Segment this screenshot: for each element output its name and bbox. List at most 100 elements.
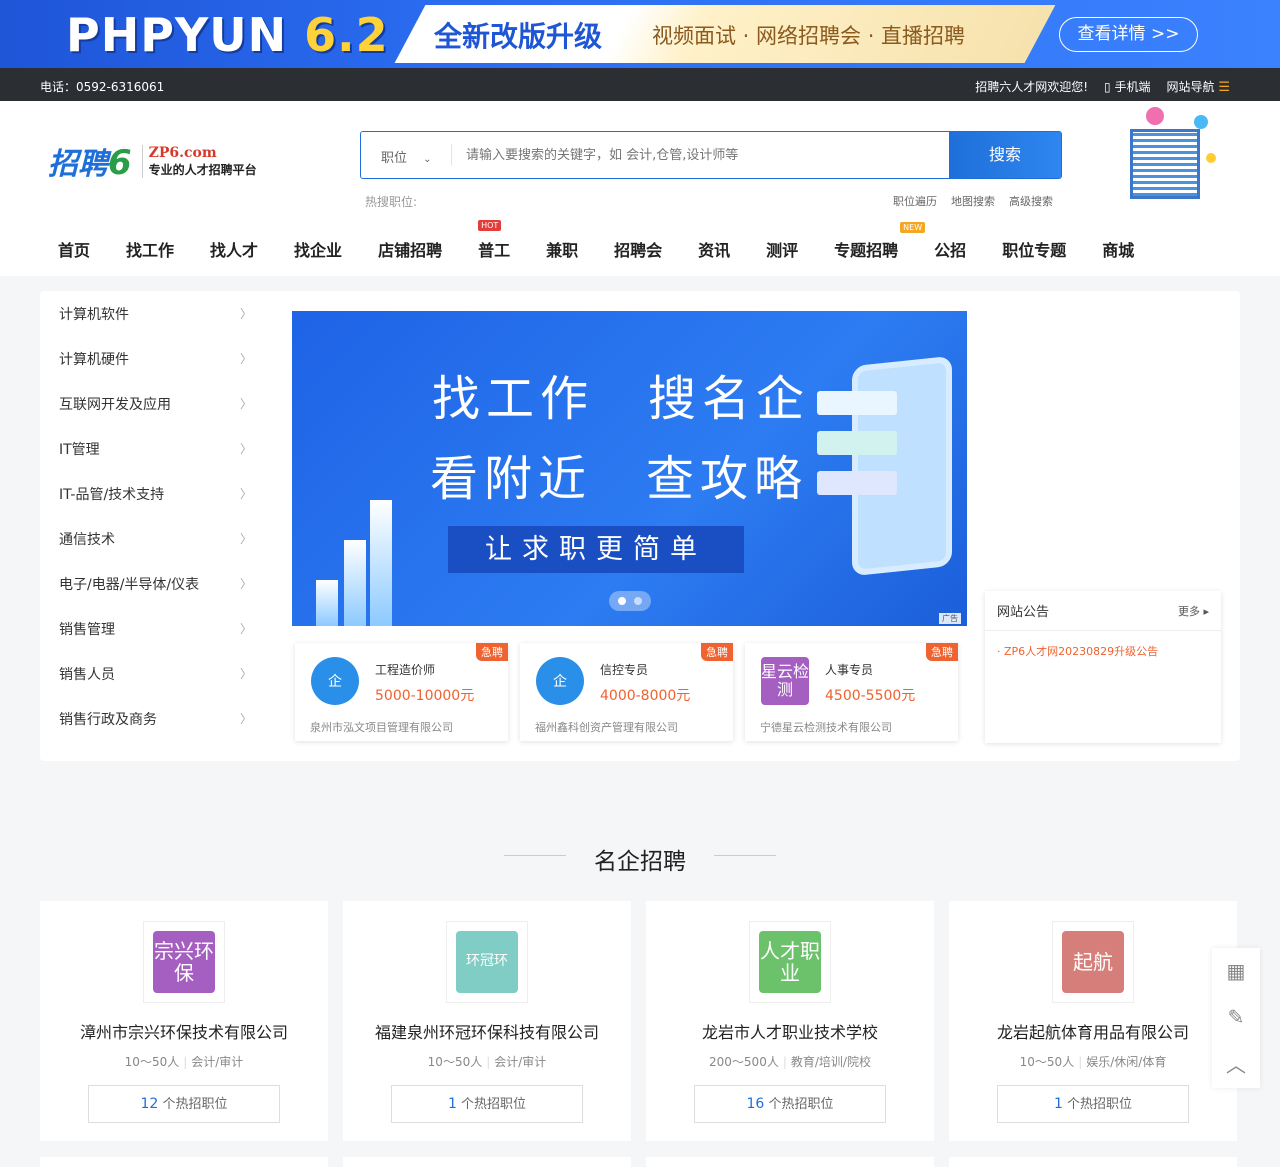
category-item[interactable]: 互联网开发及应用〉 [40,381,270,426]
nav-mall[interactable]: 商城 [1102,237,1134,261]
search-button[interactable]: 搜索 [949,132,1061,178]
category-item[interactable]: 通信技术〉 [40,516,270,561]
company-card [343,1157,631,1167]
nav-find-company[interactable]: 找企业 [294,237,342,261]
logo-tagline: 专业的人才招聘平台 [148,162,257,177]
hot-jobs-button[interactable]: 12 个热招职位 [88,1085,280,1123]
notice-title: 网站公告 [997,605,1050,620]
qrcode-icon[interactable]: ▦ [1212,948,1260,994]
job-browse-link[interactable]: 职位遍历 [893,193,937,209]
promo-banner[interactable]: PHPYUN 6.2 全新改版升级 视频面试 · 网络招聘会 · 直播招聘 查看… [0,0,1280,68]
menu-icon: ☰ [1218,80,1230,95]
carousel-dots[interactable] [609,591,651,611]
category-item[interactable]: 电子/电器/半导体/仪表〉 [40,561,270,606]
company-logo: 企 [311,657,359,705]
ad-label: 广告 [939,613,961,624]
site-nav-link[interactable]: 网站导航 ☰ [1167,78,1231,95]
company-card[interactable]: 起航 龙岩起航体育用品有限公司 10～50人 | 娱乐/休闲/体育 1 个热招职位 [949,901,1237,1141]
promo-subtitle: 视频面试 · 网络招聘会 · 直播招聘 [652,24,966,48]
nav-public-hiring[interactable]: 公招 [934,237,966,261]
promo-brand: PHPYUN 6.2 [66,8,389,62]
chevron-right-icon: 〉 [239,622,252,636]
featured-companies: 宗兴环保 漳州市宗兴环保技术有限公司 10～50人 | 会计/审计 12 个热招职位… [40,901,1237,1141]
category-item[interactable]: IT管理〉 [40,426,270,471]
company-name[interactable]: 福建泉州环冠环保科技有限公司 [343,1019,631,1043]
urgent-job-card[interactable]: 急聘 企 工程造价师 5000-10000元 泉州市泓文项目管理有限公司 [295,643,508,741]
qrcode-image [1106,107,1232,209]
urgent-jobs: 急聘 企 工程造价师 5000-10000元 泉州市泓文项目管理有限公司 急聘 … [295,643,958,741]
company-logo: 宗兴环保 [153,931,215,993]
top-bar: 电话：0592-6316061 招聘六人才网欢迎您! ▯ 手机端 网站导航 ☰ [0,68,1280,101]
company-name[interactable]: 漳州市宗兴环保技术有限公司 [40,1019,328,1043]
chevron-right-icon: 〉 [239,487,252,501]
company-card[interactable]: 宗兴环保 漳州市宗兴环保技术有限公司 10～50人 | 会计/审计 12 个热招职位 [40,901,328,1141]
nav-news[interactable]: 资讯 [698,237,730,261]
company-logo: 人才职业 [759,931,821,993]
mobile-link[interactable]: ▯ 手机端 [1104,78,1150,95]
nav-home[interactable]: 首页 [58,237,90,261]
urgent-job-card[interactable]: 急聘 星云检测 人事专员 4500-5500元 宁德星云检测技术有限公司 [745,643,958,741]
nav-store-hiring[interactable]: 店铺招聘 [378,237,442,261]
nav-topic-hiring[interactable]: 专题招聘 NEW [834,222,926,261]
advanced-search-link[interactable]: 高级搜索 [1009,193,1053,209]
company-meta: 10～50人 | 娱乐/休闲/体育 [1019,1055,1167,1069]
banner-slogan: 让求职更简单 [448,526,744,573]
nav-assessment[interactable]: 测评 [766,237,798,261]
chevron-right-icon: 〉 [239,307,252,321]
job-title: 人事专员 [825,663,874,677]
nav-job-fair[interactable]: 招聘会 [614,237,662,261]
caret-right-icon: ▸ [1203,604,1209,618]
chevron-right-icon: 〉 [239,532,252,546]
logo-mark: 招聘6 [48,143,132,183]
map-search-link[interactable]: 地图搜索 [951,193,995,209]
hot-jobs-button[interactable]: 1 个热招职位 [997,1085,1189,1123]
company-meta: 10～50人 | 会计/审计 [427,1055,547,1069]
site-logo[interactable]: 招聘6 ZP6.com 专业的人才招聘平台 [48,139,257,183]
nav-general-worker[interactable]: 普工 HOT [478,220,510,261]
category-item[interactable]: 销售管理〉 [40,606,270,651]
company-name[interactable]: 龙岩市人才职业技术学校 [646,1019,934,1043]
job-company: 泉州市泓文项目管理有限公司 [310,721,453,734]
section-title: 名企招聘 [594,849,686,875]
category-item[interactable]: 销售人员〉 [40,651,270,696]
nav-find-job[interactable]: 找工作 [126,237,174,261]
notice-item[interactable]: · ZP6人才网20230829升级公告 [985,631,1221,659]
company-card[interactable]: 环冠环 福建泉州环冠环保科技有限公司 10～50人 | 会计/审计 1 个热招职位 [343,901,631,1141]
company-logo: 环冠环 [456,931,518,993]
chevron-right-icon: 〉 [239,577,252,591]
category-item[interactable]: 销售行政及商务〉 [40,696,270,741]
hot-badge: HOT [478,220,502,231]
nav-part-time[interactable]: 兼职 [546,237,578,261]
welcome-text: 招聘六人才网欢迎您! [975,80,1089,94]
hot-jobs-button[interactable]: 1 个热招职位 [391,1085,583,1123]
banner-line-1: 找工作 搜名企 [432,371,811,427]
back-to-top-icon[interactable]: ︿ [1212,1040,1260,1086]
urgent-job-card[interactable]: 急聘 企 信控专员 4000-8000元 福州鑫科创资产管理有限公司 [520,643,733,741]
company-logo: 起航 [1062,931,1124,993]
company-name[interactable]: 龙岩起航体育用品有限公司 [949,1019,1237,1043]
category-item[interactable]: 计算机硬件〉 [40,336,270,381]
logo-domain: ZP6.com [148,144,217,161]
chevron-right-icon: 〉 [239,712,252,726]
hot-jobs-button[interactable]: 16 个热招职位 [694,1085,886,1123]
banner-line-2: 看附近 查攻略 [430,451,809,507]
search-input[interactable] [451,144,949,166]
notice-more-link[interactable]: 更多 ▸ [1178,603,1209,619]
category-item[interactable]: IT-品管/技术支持〉 [40,471,270,516]
category-item[interactable]: 计算机软件〉 [40,291,270,336]
header: 招聘6 ZP6.com 专业的人才招聘平台 职位 ⌄ 搜索 热搜职位: 职位遍历… [0,101,1280,276]
floating-toolbar: ▦ ✎ ︿ [1212,948,1260,1088]
edit-icon[interactable]: ✎ [1212,994,1260,1040]
phone-illustration [852,355,952,577]
main-nav: 首页 找工作 找人才 找企业 店铺招聘 普工 HOT 兼职 招聘会 资讯 测评 专… [58,220,1170,261]
job-title: 工程造价师 [375,663,436,677]
company-card[interactable]: 人才职业 龙岩市人才职业技术学校 200～500人 | 教育/培训/院校 16 个热… [646,901,934,1141]
search-category-select[interactable]: 职位 ⌄ [361,132,451,178]
nav-find-talent[interactable]: 找人才 [210,237,258,261]
job-company: 宁德星云检测技术有限公司 [760,721,892,734]
company-logo: 企 [536,657,584,705]
hero-carousel[interactable]: 找工作 搜名企 看附近 查攻略 让求职更简单 广告 [292,311,967,626]
promo-details-button[interactable]: 查看详情 >> [1059,17,1198,52]
chevron-right-icon: 〉 [239,442,252,456]
nav-job-topics[interactable]: 职位专题 [1002,237,1066,261]
